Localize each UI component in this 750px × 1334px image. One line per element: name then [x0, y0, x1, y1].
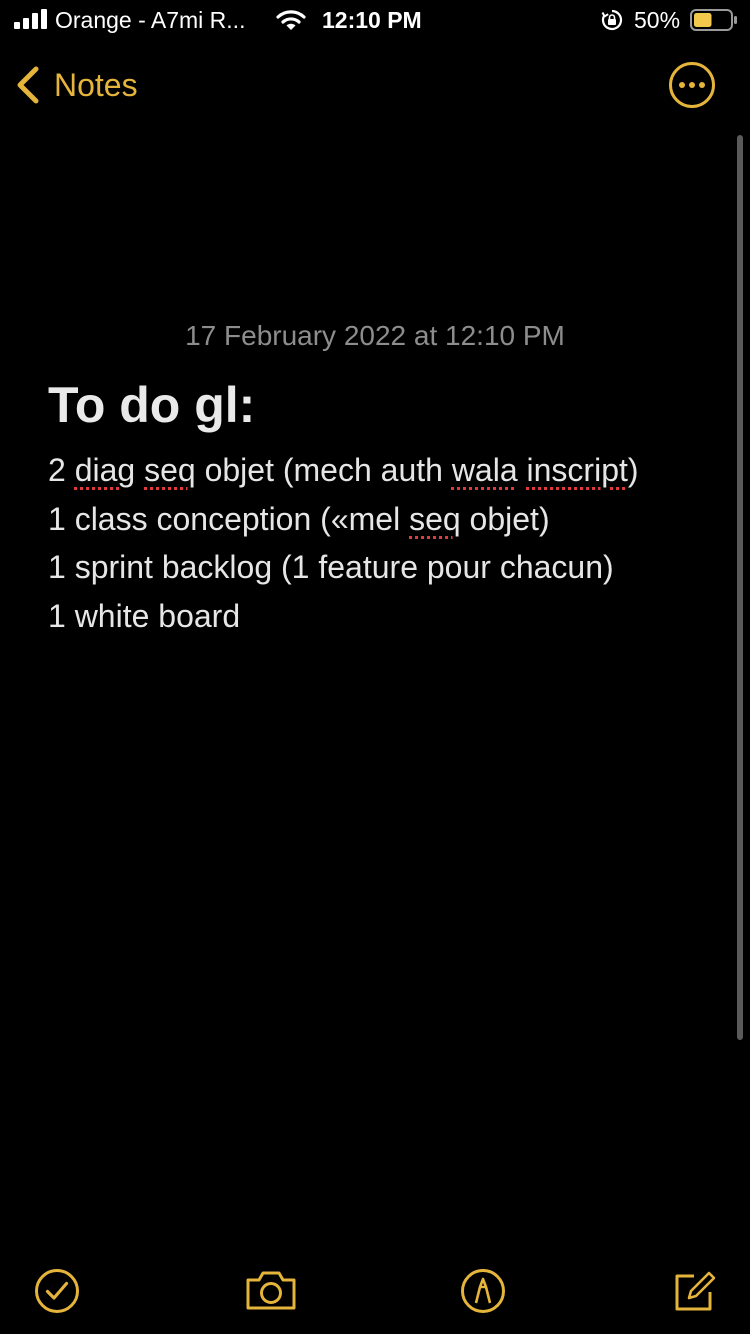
note-text: 1 white board [48, 597, 241, 634]
battery-icon [690, 9, 737, 31]
note-text: objet (mech auth [195, 452, 452, 488]
note-line[interactable]: 1 class conception («mel seq objet) [48, 495, 738, 544]
wifi-icon [276, 10, 306, 30]
carrier-name: Orange - A7mi R... [55, 7, 246, 33]
misspelled-word: wala [451, 452, 518, 488]
signal-icon [14, 9, 47, 29]
status-time: 12:10 PM [322, 7, 422, 33]
battery-percentage: 50% [634, 7, 681, 33]
misspelled-word: diag [74, 452, 136, 488]
note-text [135, 452, 144, 488]
checklist-icon[interactable] [34, 1268, 80, 1314]
misspelled-word: inscript [526, 452, 628, 488]
note-text: 1 sprint backlog (1 feature pour chacun) [48, 549, 614, 585]
note-line[interactable]: 2 diag seq objet (mech auth wala inscrip… [48, 446, 738, 495]
orientation-lock-icon [601, 9, 623, 31]
note-text: 2 [48, 452, 75, 488]
compose-icon[interactable] [672, 1268, 718, 1314]
back-button-label: Notes [54, 66, 138, 103]
camera-icon[interactable] [244, 1268, 298, 1314]
back-button[interactable]: Notes [14, 62, 138, 108]
note-text: ) [627, 452, 639, 488]
note-text: objet) [460, 500, 550, 537]
note-date: 17 February 2022 at 12:10 PM [185, 320, 565, 351]
chevron-left-icon [17, 66, 39, 104]
note-title[interactable]: To do gl: [48, 376, 255, 434]
misspelled-word: seq [409, 500, 461, 537]
note-body[interactable]: 2 diag seq objet (mech auth wala inscrip… [48, 446, 738, 640]
note-text: 1 class conception («mel [48, 500, 410, 537]
markup-icon[interactable] [460, 1268, 506, 1314]
misspelled-word: seq [144, 452, 196, 488]
note-line[interactable]: 1 white board [48, 592, 738, 641]
status-bar: Orange - A7mi R... 12:10 PM 50% [0, 0, 750, 40]
note-text [518, 452, 527, 488]
more-icon[interactable] [668, 61, 716, 109]
note-line[interactable]: 1 sprint backlog (1 feature pour chacun) [48, 543, 738, 592]
